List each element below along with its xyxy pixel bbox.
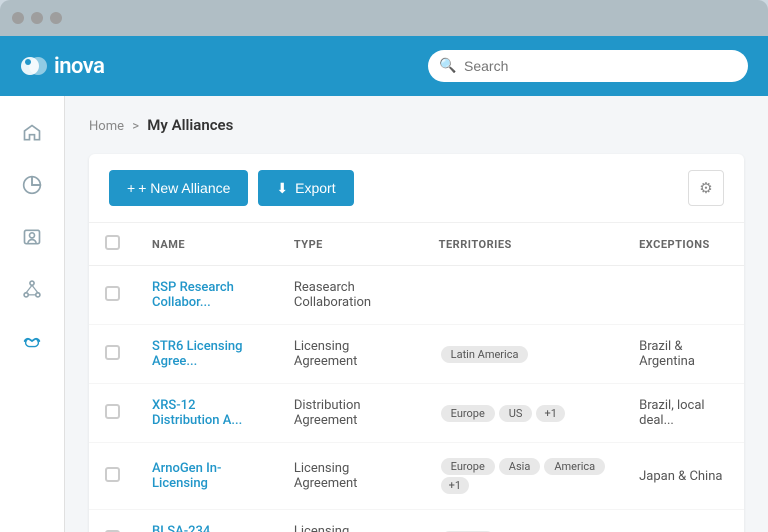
row-checkbox[interactable] — [105, 404, 120, 419]
top-nav: inova 🔍 — [0, 36, 768, 96]
download-icon: ⬇ — [276, 180, 288, 197]
row-exceptions — [623, 266, 744, 325]
row-type: Reasearch Collaboration — [278, 266, 423, 325]
territory-tag: Europe — [441, 458, 495, 475]
row-name[interactable]: BLSA-234 Licensing — [136, 510, 278, 532]
territory-tag: Europe — [441, 405, 495, 422]
table-header-row: NAME TYPE TERRITORIES EXCEPTIONS — [89, 223, 744, 266]
row-name[interactable]: XRS-12 Distribution A... — [136, 384, 278, 443]
new-alliance-button[interactable]: + + New Alliance — [109, 170, 248, 206]
app-body: Home > My Alliances + + New Alliance ⬇ E… — [0, 96, 768, 532]
contacts-icon — [22, 227, 42, 247]
row-type: Licensing Agreement — [278, 510, 423, 532]
traffic-light-maximize[interactable] — [50, 12, 62, 24]
row-type: Licensing Agreement — [278, 325, 423, 384]
column-name: NAME — [136, 223, 278, 266]
sidebar-item-contacts[interactable] — [11, 216, 53, 258]
settings-button[interactable]: ⚙ — [688, 170, 724, 206]
row-checkbox[interactable] — [105, 286, 120, 301]
row-checkbox[interactable] — [105, 467, 120, 482]
sidebar-item-chart[interactable] — [11, 164, 53, 206]
logo-text: inova — [54, 54, 104, 79]
network-icon — [22, 279, 42, 299]
row-territories: EuropeAsiaAmerica +1 — [423, 443, 623, 510]
territory-tag: America — [544, 458, 605, 475]
alliances-icon — [21, 330, 43, 352]
table-row: RSP Research Collabor...Reasearch Collab… — [89, 266, 744, 325]
territory-tag: +1 — [441, 477, 469, 494]
logo[interactable]: inova — [20, 52, 104, 80]
breadcrumb: Home > My Alliances — [89, 116, 744, 134]
traffic-light-minimize[interactable] — [31, 12, 43, 24]
sidebar — [0, 96, 65, 532]
row-checkbox[interactable] — [105, 345, 120, 360]
new-alliance-label: + New Alliance — [138, 180, 230, 196]
action-bar: + + New Alliance ⬇ Export ⚙ — [89, 154, 744, 223]
row-territories — [423, 266, 623, 325]
search-icon: 🔍 — [439, 58, 456, 74]
search-input[interactable] — [428, 50, 748, 82]
territory-tag: US — [499, 405, 533, 422]
territory-tag: Latin America — [441, 346, 529, 363]
alliances-table: NAME TYPE TERRITORIES EXCEPTIONS — [89, 223, 744, 532]
export-label: Export — [295, 180, 335, 196]
traffic-light-close[interactable] — [12, 12, 24, 24]
breadcrumb-separator: > — [132, 119, 139, 134]
traffic-lights — [12, 12, 62, 24]
row-name[interactable]: STR6 Licensing Agree... — [136, 325, 278, 384]
column-check — [89, 223, 136, 266]
home-icon — [22, 123, 42, 143]
row-name[interactable]: RSP Research Collabor... — [136, 266, 278, 325]
export-button[interactable]: ⬇ Export — [258, 170, 353, 206]
search-bar: 🔍 — [428, 50, 748, 82]
row-type: Licensing Agreement — [278, 443, 423, 510]
table-row: ArnoGen In-LicensingLicensing AgreementE… — [89, 443, 744, 510]
row-territories: Latin America — [423, 325, 623, 384]
content-card: + + New Alliance ⬇ Export ⚙ — [89, 154, 744, 532]
table-row: XRS-12 Distribution A...Distribution Agr… — [89, 384, 744, 443]
territory-tag: Asia — [499, 458, 541, 475]
table-row: BLSA-234 LicensingLicensing AgreementEur… — [89, 510, 744, 532]
sidebar-item-home[interactable] — [11, 112, 53, 154]
row-name[interactable]: ArnoGen In-Licensing — [136, 443, 278, 510]
row-type: Distribution Agreement — [278, 384, 423, 443]
sidebar-item-alliances[interactable] — [11, 320, 53, 362]
table-row: STR6 Licensing Agree...Licensing Agreeme… — [89, 325, 744, 384]
column-territories: TERRITORIES — [423, 223, 623, 266]
title-bar — [0, 0, 768, 36]
main-content: Home > My Alliances + + New Alliance ⬇ E… — [65, 96, 768, 532]
column-exceptions: EXCEPTIONS — [623, 223, 744, 266]
header-checkbox[interactable] — [105, 235, 120, 250]
row-exceptions: Japan & China — [623, 443, 744, 510]
plus-icon: + — [127, 180, 135, 196]
row-exceptions: Brazil, local deal... — [623, 384, 744, 443]
sidebar-item-network[interactable] — [11, 268, 53, 310]
column-type: TYPE — [278, 223, 423, 266]
row-territories: Europe — [423, 510, 623, 532]
chart-icon — [22, 175, 42, 195]
gear-icon: ⚙ — [699, 179, 712, 197]
row-exceptions: Brazil & Argentina — [623, 325, 744, 384]
row-territories: EuropeUS+1 — [423, 384, 623, 443]
breadcrumb-home[interactable]: Home — [89, 119, 124, 134]
row-exceptions — [623, 510, 744, 532]
territory-tag: +1 — [536, 405, 564, 422]
breadcrumb-current: My Alliances — [147, 116, 233, 134]
logo-icon — [20, 52, 48, 80]
